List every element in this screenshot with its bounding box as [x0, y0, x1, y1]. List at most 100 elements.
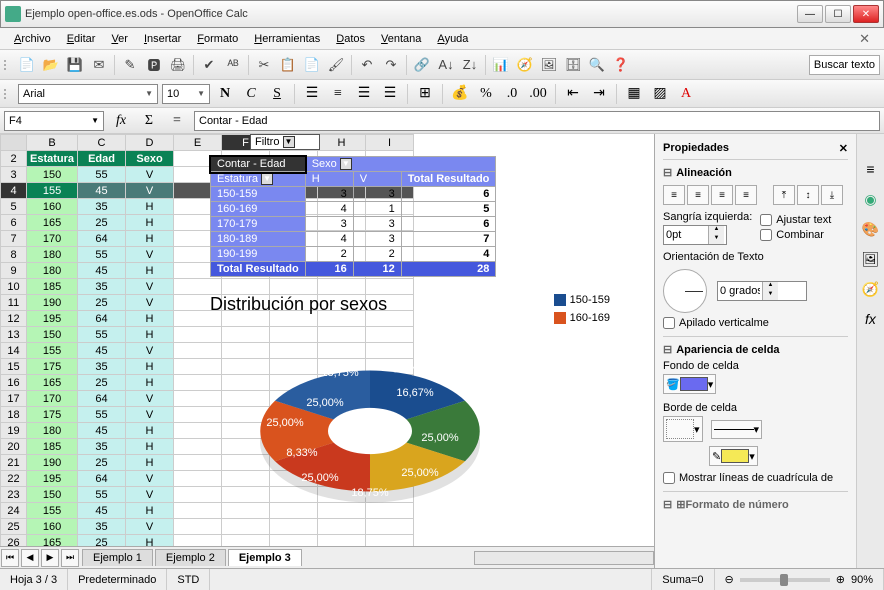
- gallery-deck-icon[interactable]: 🖼: [860, 248, 882, 270]
- stacked-checkbox[interactable]: Apilado verticalme: [663, 317, 848, 329]
- align-justify-icon[interactable]: ☰: [379, 83, 401, 105]
- chart-object[interactable]: Distribución por sexos 150-159160-169: [210, 294, 610, 521]
- sum-indicator[interactable]: Suma=0: [652, 569, 714, 590]
- pivot-title-cell[interactable]: Contar - Edad: [211, 157, 306, 172]
- new-icon[interactable]: 📄: [16, 54, 38, 76]
- valign-middle-icon[interactable]: ↕: [797, 185, 819, 205]
- bold-button[interactable]: N: [214, 83, 236, 105]
- email-icon[interactable]: ✉: [88, 54, 110, 76]
- minimize-button[interactable]: —: [797, 5, 823, 23]
- toolbar-grip[interactable]: [4, 89, 10, 99]
- tab-last-icon[interactable]: ⏭: [61, 549, 79, 567]
- copy-icon[interactable]: 📋: [277, 54, 299, 76]
- close-button[interactable]: ✕: [853, 5, 879, 23]
- pdf-icon[interactable]: 🅿: [143, 54, 165, 76]
- undo-icon[interactable]: ↶: [356, 54, 378, 76]
- align-right-icon[interactable]: ☰: [353, 83, 375, 105]
- zoom-slider[interactable]: [740, 578, 830, 582]
- menu-herramientas[interactable]: Herramientas: [246, 31, 328, 47]
- autocheck-icon[interactable]: ᴬᴮ: [222, 54, 244, 76]
- menu-ventana[interactable]: Ventana: [373, 31, 429, 47]
- datasource-icon[interactable]: 🗄: [562, 54, 584, 76]
- save-icon[interactable]: 💾: [64, 54, 86, 76]
- percent-icon[interactable]: %: [475, 83, 497, 105]
- gridlines-checkbox[interactable]: Mostrar líneas de cuadrícula de: [663, 472, 848, 484]
- open-icon[interactable]: 📂: [40, 54, 62, 76]
- sidebar-close-icon[interactable]: ✕: [839, 142, 848, 155]
- maximize-button[interactable]: ☐: [825, 5, 851, 23]
- italic-button[interactable]: C: [240, 83, 262, 105]
- page-style[interactable]: Predeterminado: [68, 569, 167, 590]
- doc-close-icon[interactable]: ✕: [851, 29, 878, 49]
- halign-justify-icon[interactable]: ≡: [735, 185, 757, 205]
- bgcolor-icon[interactable]: ▨: [649, 83, 671, 105]
- spellcheck-icon[interactable]: ✔: [198, 54, 220, 76]
- zoom-icon[interactable]: 🔍: [586, 54, 608, 76]
- edit-icon[interactable]: ✎: [119, 54, 141, 76]
- menu-ver[interactable]: Ver: [103, 31, 136, 47]
- toolbar-grip[interactable]: [4, 60, 10, 70]
- gallery-icon[interactable]: 🖼: [538, 54, 560, 76]
- menu-formato[interactable]: Formato: [189, 31, 246, 47]
- pivot-filter[interactable]: Filtro ▼: [250, 134, 320, 150]
- orientation-dial[interactable]: [663, 269, 707, 313]
- indent-spinner[interactable]: ▲▼: [663, 225, 727, 245]
- underline-button[interactable]: S: [266, 83, 288, 105]
- border-color-picker[interactable]: ✎ ▾: [709, 446, 758, 466]
- sort-asc-icon[interactable]: A↓: [435, 54, 457, 76]
- horizontal-scrollbar[interactable]: [474, 551, 654, 565]
- dropdown-icon[interactable]: ▼: [261, 173, 273, 185]
- chart-icon[interactable]: 📊: [490, 54, 512, 76]
- valign-bottom-icon[interactable]: ⤓: [821, 185, 843, 205]
- indent-more-icon[interactable]: ⇥: [588, 83, 610, 105]
- equals-icon[interactable]: =: [166, 110, 188, 132]
- halign-center-icon[interactable]: ≡: [687, 185, 709, 205]
- navigator-icon[interactable]: 🧭: [514, 54, 536, 76]
- font-name-combo[interactable]: Arial▼: [18, 84, 158, 104]
- properties-deck-icon[interactable]: ◉: [860, 188, 882, 210]
- sheet-tab[interactable]: Ejemplo 2: [155, 549, 226, 566]
- tab-prev-icon[interactable]: ◀: [21, 549, 39, 567]
- formula-input[interactable]: Contar - Edad: [194, 111, 880, 131]
- cut-icon[interactable]: ✂: [253, 54, 275, 76]
- pivot-table[interactable]: Contar - Edad Sexo ▼ Estatura ▼ H V Tota…: [210, 156, 496, 277]
- styles-deck-icon[interactable]: 🎨: [860, 218, 882, 240]
- link-icon[interactable]: 🔗: [411, 54, 433, 76]
- degrees-spinner[interactable]: ▲▼: [717, 281, 807, 301]
- halign-right-icon[interactable]: ≡: [711, 185, 733, 205]
- find-toolbar[interactable]: Buscar texto: [809, 55, 880, 75]
- paste-icon[interactable]: 📄: [301, 54, 323, 76]
- decimal-add-icon[interactable]: .0: [501, 83, 523, 105]
- tab-next-icon[interactable]: ▶: [41, 549, 59, 567]
- font-size-combo[interactable]: 10▼: [162, 84, 210, 104]
- menu-editar[interactable]: Editar: [59, 31, 104, 47]
- dropdown-icon[interactable]: ▼: [340, 158, 352, 170]
- decimal-remove-icon[interactable]: .00: [527, 83, 549, 105]
- zoom-out-icon[interactable]: ⊖: [725, 573, 734, 586]
- functions-deck-icon[interactable]: fx: [860, 308, 882, 330]
- redo-icon[interactable]: ↷: [380, 54, 402, 76]
- menu-archivo[interactable]: Archivo: [6, 31, 59, 47]
- border-preset[interactable]: ▾: [663, 416, 703, 442]
- zoom-in-icon[interactable]: ⊕: [836, 573, 845, 586]
- sheet-indicator[interactable]: Hoja 3 / 3: [0, 569, 68, 590]
- sum-icon[interactable]: Σ: [138, 110, 160, 132]
- brush-icon[interactable]: 🖌: [325, 54, 347, 76]
- fontcolor-icon[interactable]: A: [675, 83, 697, 105]
- cell-reference[interactable]: F4▼: [4, 111, 104, 131]
- help-icon[interactable]: ❓: [610, 54, 632, 76]
- sheet-tab[interactable]: Ejemplo 1: [82, 549, 153, 566]
- border-style[interactable]: ▾: [711, 420, 763, 439]
- sort-desc-icon[interactable]: Z↓: [459, 54, 481, 76]
- merge-checkbox[interactable]: Combinar: [760, 229, 831, 241]
- zoom-value[interactable]: 90%: [851, 574, 873, 586]
- halign-left-icon[interactable]: ≡: [663, 185, 685, 205]
- print-icon[interactable]: 🖨: [167, 54, 189, 76]
- sheet-tab[interactable]: Ejemplo 3: [228, 549, 302, 566]
- indent-less-icon[interactable]: ⇤: [562, 83, 584, 105]
- insert-mode[interactable]: STD: [167, 569, 210, 590]
- bgcolor-picker[interactable]: 🪣 ▾: [663, 374, 716, 394]
- borders-icon[interactable]: ▦: [623, 83, 645, 105]
- valign-top-icon[interactable]: ⤒: [773, 185, 795, 205]
- currency-icon[interactable]: 💰: [449, 83, 471, 105]
